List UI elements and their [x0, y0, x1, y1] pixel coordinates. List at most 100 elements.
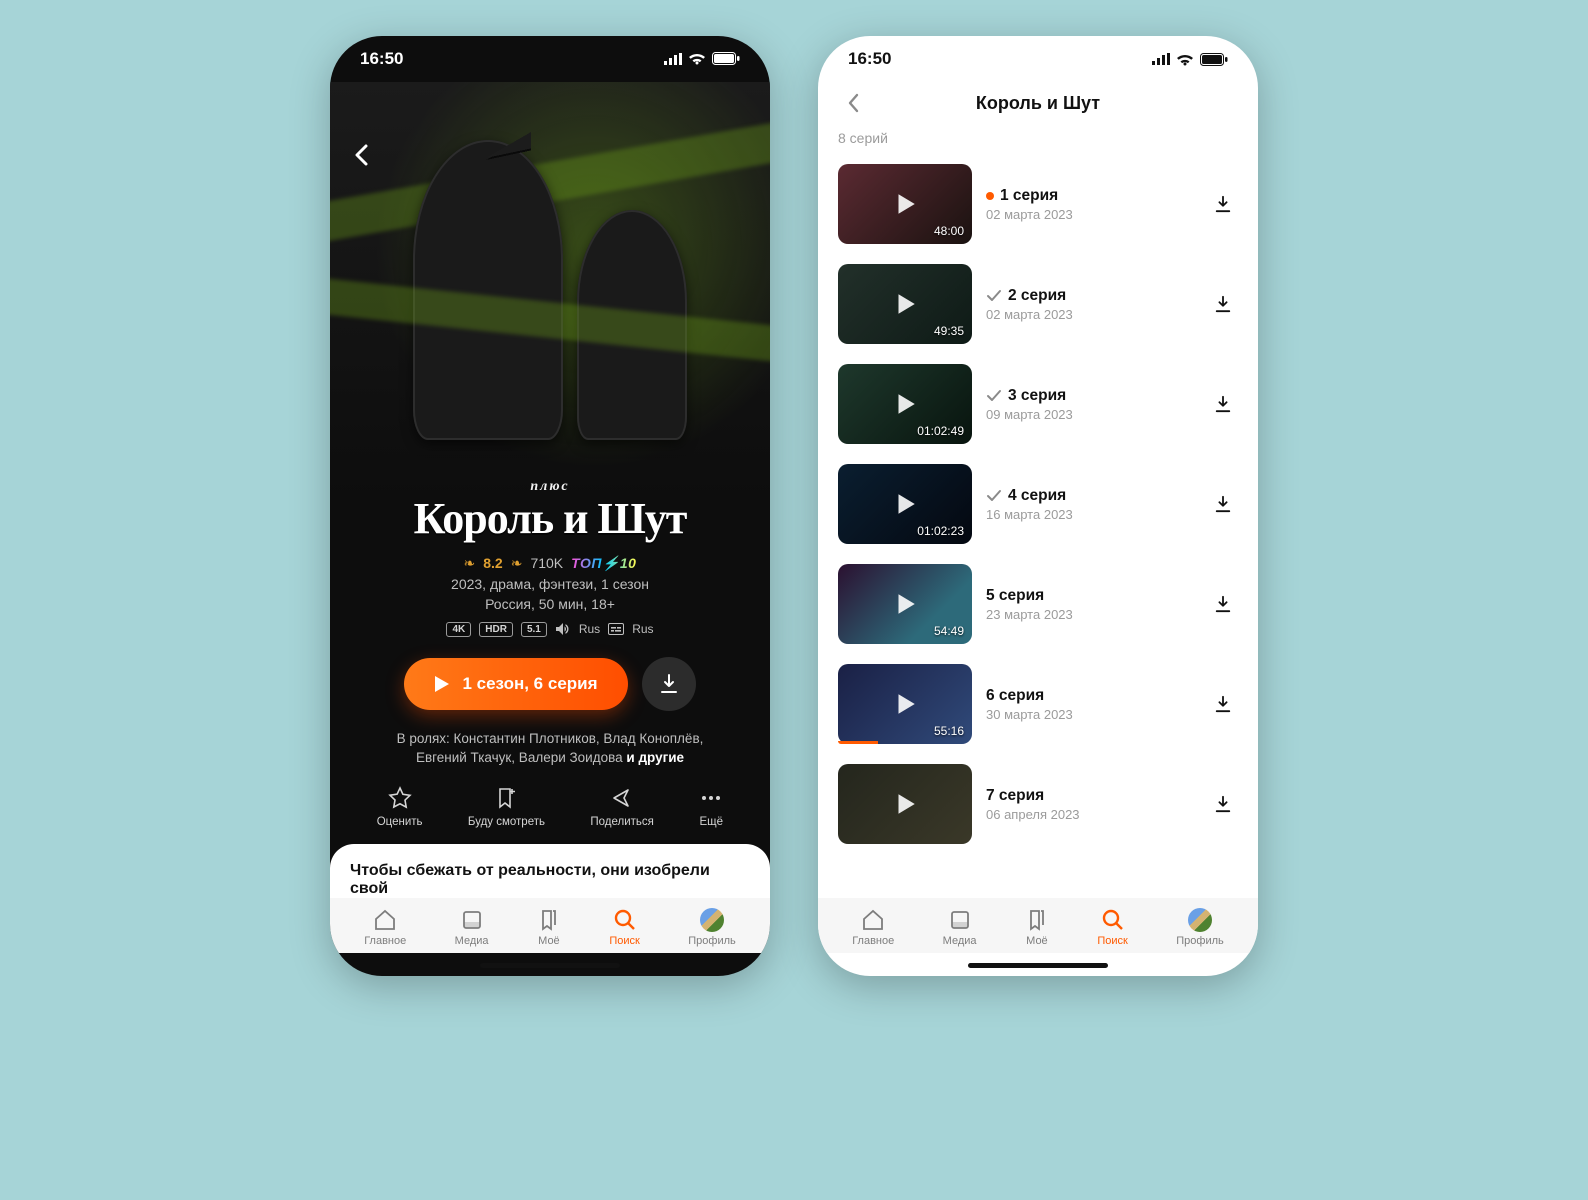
- more-action[interactable]: Ещё: [699, 786, 723, 828]
- tab-search[interactable]: Поиск: [609, 908, 639, 947]
- tab-profile-label: Профиль: [688, 935, 736, 947]
- tab-search[interactable]: Поиск: [1097, 908, 1127, 947]
- watch-action[interactable]: Буду смотреть: [468, 786, 545, 828]
- episode-thumbnail[interactable]: 55:16: [838, 664, 972, 744]
- episode-date: 06 апреля 2023: [986, 807, 1194, 822]
- download-icon: [1214, 795, 1232, 813]
- audio-lang: Rus: [579, 622, 600, 636]
- share-icon: [610, 786, 634, 810]
- download-icon: [1214, 495, 1232, 513]
- hero-figures: [410, 120, 690, 440]
- episode-date: 30 марта 2023: [986, 707, 1194, 722]
- episode-thumbnail[interactable]: [838, 764, 972, 844]
- episode-info: 7 серия 06 апреля 2023: [986, 787, 1194, 822]
- tab-mine-label: Моё: [538, 935, 560, 947]
- tab-profile[interactable]: Профиль: [1176, 908, 1224, 947]
- tab-home[interactable]: Главное: [364, 908, 406, 947]
- play-icon: [892, 191, 918, 217]
- cellular-icon: [1152, 53, 1170, 65]
- hero-art: [330, 82, 770, 499]
- play-icon: [892, 291, 918, 317]
- tab-profile[interactable]: Профиль: [688, 908, 736, 947]
- episode-duration: 54:49: [934, 624, 964, 638]
- play-button[interactable]: 1 сезон, 6 серия: [404, 658, 627, 710]
- home-indicator[interactable]: [968, 963, 1108, 968]
- badge-4k: 4K: [446, 622, 471, 637]
- episode-date: 23 марта 2023: [986, 607, 1194, 622]
- tab-media-label: Медиа: [455, 935, 489, 947]
- episode-thumbnail[interactable]: 48:00: [838, 164, 972, 244]
- episode-download-button[interactable]: [1208, 195, 1238, 213]
- download-icon: [1214, 595, 1232, 613]
- back-button[interactable]: [344, 138, 378, 172]
- episode-info: 1 серия 02 марта 2023: [986, 187, 1194, 222]
- episode-thumbnail[interactable]: 01:02:49: [838, 364, 972, 444]
- share-action[interactable]: Поделиться: [590, 786, 654, 828]
- brand-label: плюс: [354, 479, 746, 495]
- episode-thumbnail[interactable]: 54:49: [838, 564, 972, 644]
- episode-title: 5 серия: [986, 587, 1044, 605]
- top10-badge: ТОП⚡10: [571, 555, 636, 572]
- tab-mine[interactable]: Моё: [1025, 908, 1049, 947]
- cast-more[interactable]: и другие: [626, 750, 684, 765]
- episode-download-button[interactable]: [1208, 695, 1238, 713]
- show-title: Король и Шут: [354, 497, 746, 541]
- tab-home[interactable]: Главное: [852, 908, 894, 947]
- battery-icon: [712, 52, 740, 65]
- avatar-icon: [1188, 908, 1212, 932]
- episode-count: 8 серий: [818, 128, 1258, 154]
- more-icon: [699, 786, 723, 810]
- episode-download-button[interactable]: [1208, 395, 1238, 413]
- cast-line: В ролях: Константин Плотников, Влад Коно…: [354, 729, 746, 768]
- episode-duration: 01:02:49: [917, 424, 964, 438]
- episode-row[interactable]: 48:00 1 серия 02 марта 2023: [838, 154, 1238, 254]
- episode-row[interactable]: 01:02:23 4 серия 16 марта 2023: [838, 454, 1238, 554]
- tab-media[interactable]: Медиа: [455, 908, 489, 947]
- rating-row: ❧ 8.2 ❧ 710K ТОП⚡10: [354, 555, 746, 572]
- episode-download-button[interactable]: [1208, 595, 1238, 613]
- episode-row[interactable]: 55:16 6 серия 30 марта 2023: [838, 654, 1238, 754]
- tab-bar: Главное Медиа Моё Поиск Профиль: [818, 898, 1258, 953]
- bookmark-plus-icon: [494, 786, 518, 810]
- rating-count: 710K: [530, 555, 563, 571]
- search-icon: [1101, 908, 1125, 932]
- watch-label: Буду смотреть: [468, 816, 545, 828]
- tab-profile-label: Профиль: [1176, 935, 1224, 947]
- status-icons: [1152, 53, 1228, 66]
- episode-row[interactable]: 49:35 2 серия 02 марта 2023: [838, 254, 1238, 354]
- tab-search-label: Поиск: [609, 935, 639, 947]
- tab-media[interactable]: Медиа: [943, 908, 977, 947]
- title-block: плюс Король и Шут ❧ 8.2 ❧ 710K ТОП⚡10 20…: [330, 479, 770, 768]
- rate-action[interactable]: Оценить: [377, 786, 423, 828]
- download-button[interactable]: [642, 657, 696, 711]
- tab-mine[interactable]: Моё: [537, 908, 561, 947]
- episode-row[interactable]: 7 серия 06 апреля 2023: [838, 754, 1238, 854]
- speaker-icon: [555, 622, 571, 636]
- episode-download-button[interactable]: [1208, 795, 1238, 813]
- current-dot-icon: [986, 192, 994, 200]
- rating-value: 8.2: [483, 555, 502, 571]
- episode-date: 09 марта 2023: [986, 407, 1194, 422]
- star-icon: [388, 786, 412, 810]
- episode-row[interactable]: 01:02:49 3 серия 09 марта 2023: [838, 354, 1238, 454]
- badge-51: 5.1: [521, 622, 547, 637]
- check-icon: [986, 488, 1002, 504]
- cast-prefix: В ролях:: [397, 731, 454, 746]
- home-indicator[interactable]: [480, 963, 620, 968]
- episode-title: 4 серия: [1008, 487, 1066, 505]
- episode-title: 6 серия: [986, 687, 1044, 705]
- tab-media-label: Медиа: [943, 935, 977, 947]
- status-bar: 16:50: [330, 36, 770, 82]
- episode-thumbnail[interactable]: 49:35: [838, 264, 972, 344]
- action-row: Оценить Буду смотреть Поделиться Ещё: [330, 768, 770, 836]
- episode-info: 4 серия 16 марта 2023: [986, 487, 1194, 522]
- episode-download-button[interactable]: [1208, 295, 1238, 313]
- episode-download-button[interactable]: [1208, 495, 1238, 513]
- laurel-icon: ❧: [511, 555, 523, 572]
- episode-thumbnail[interactable]: 01:02:23: [838, 464, 972, 544]
- episode-list[interactable]: 48:00 1 серия 02 марта 2023 49:35 2 сери…: [818, 154, 1258, 898]
- play-icon: [434, 675, 450, 693]
- episode-row[interactable]: 54:49 5 серия 23 марта 2023: [838, 554, 1238, 654]
- back-button[interactable]: [836, 86, 870, 120]
- status-time: 16:50: [360, 49, 403, 69]
